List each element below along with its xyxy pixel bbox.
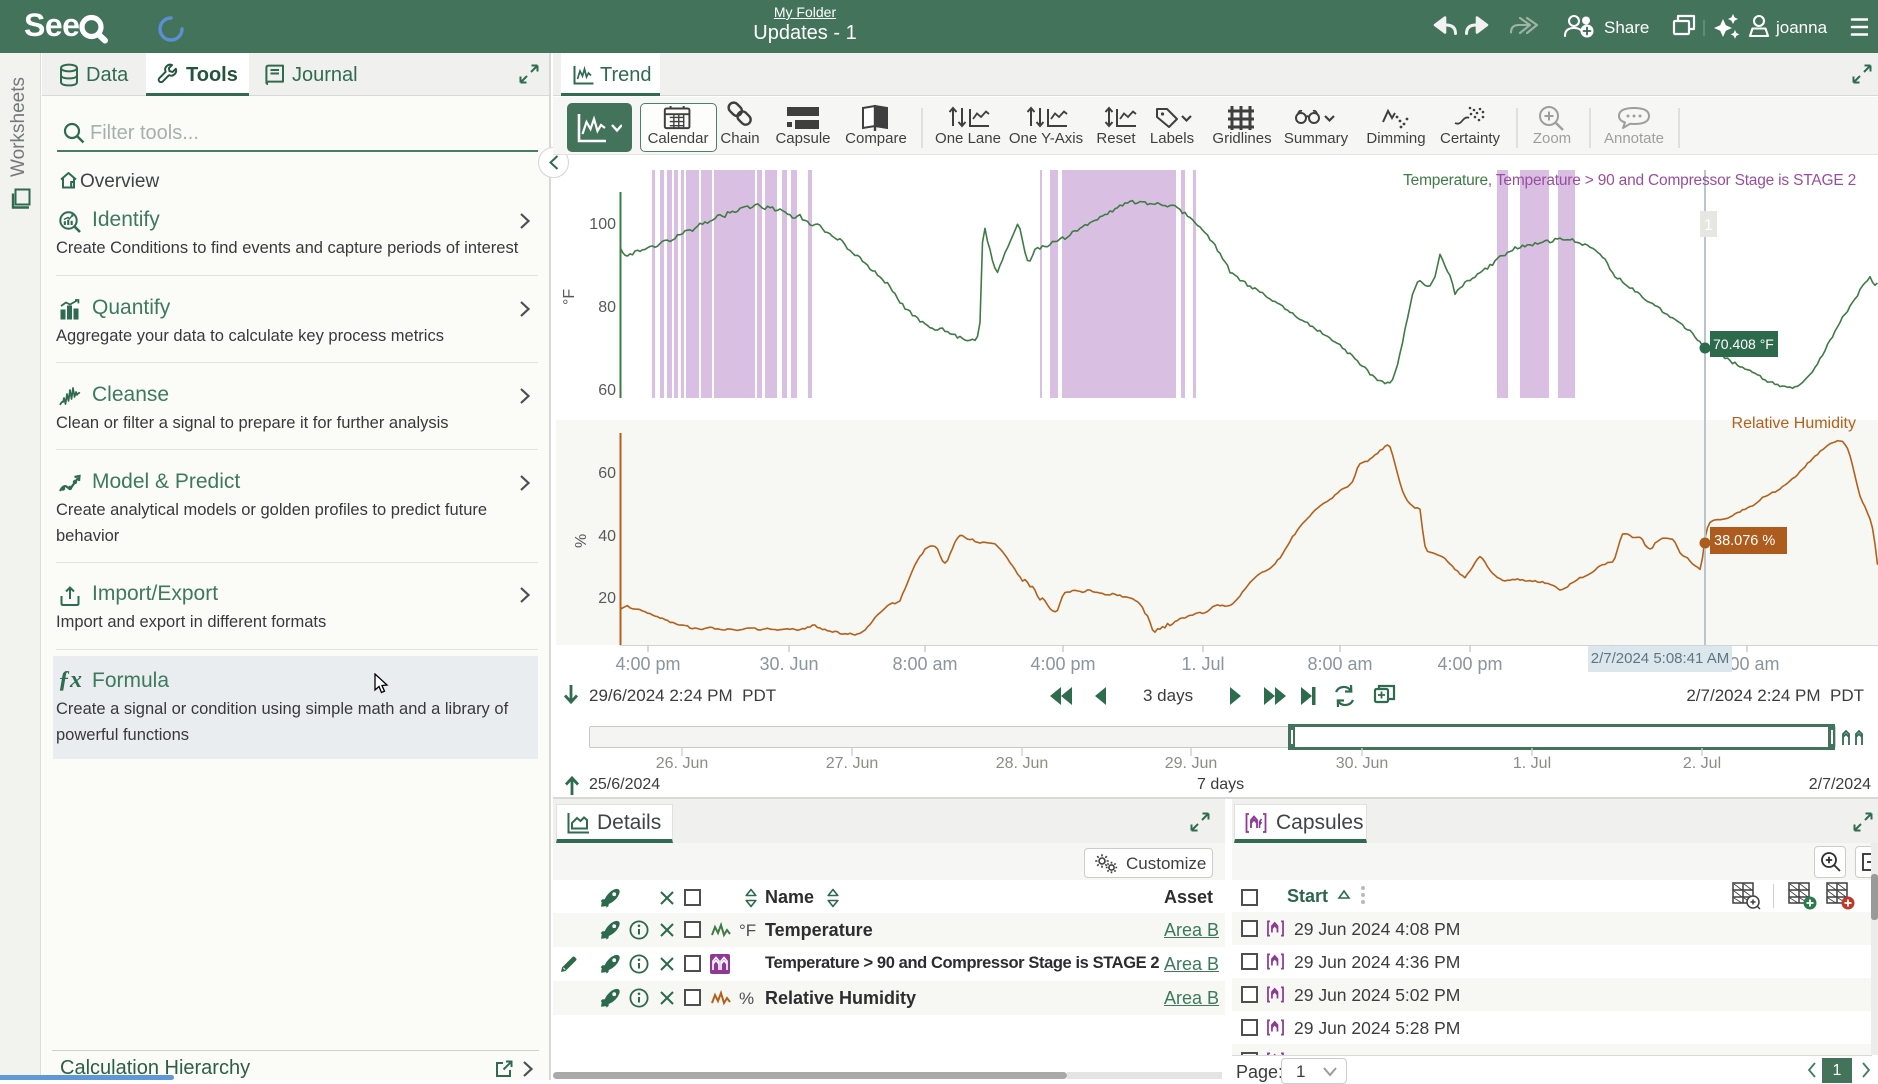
svg-text:70.408 °F: 70.408 °F (1713, 336, 1774, 352)
svg-text:1: 1 (1704, 217, 1713, 234)
svg-text:38.076 %: 38.076 % (1714, 533, 1775, 549)
